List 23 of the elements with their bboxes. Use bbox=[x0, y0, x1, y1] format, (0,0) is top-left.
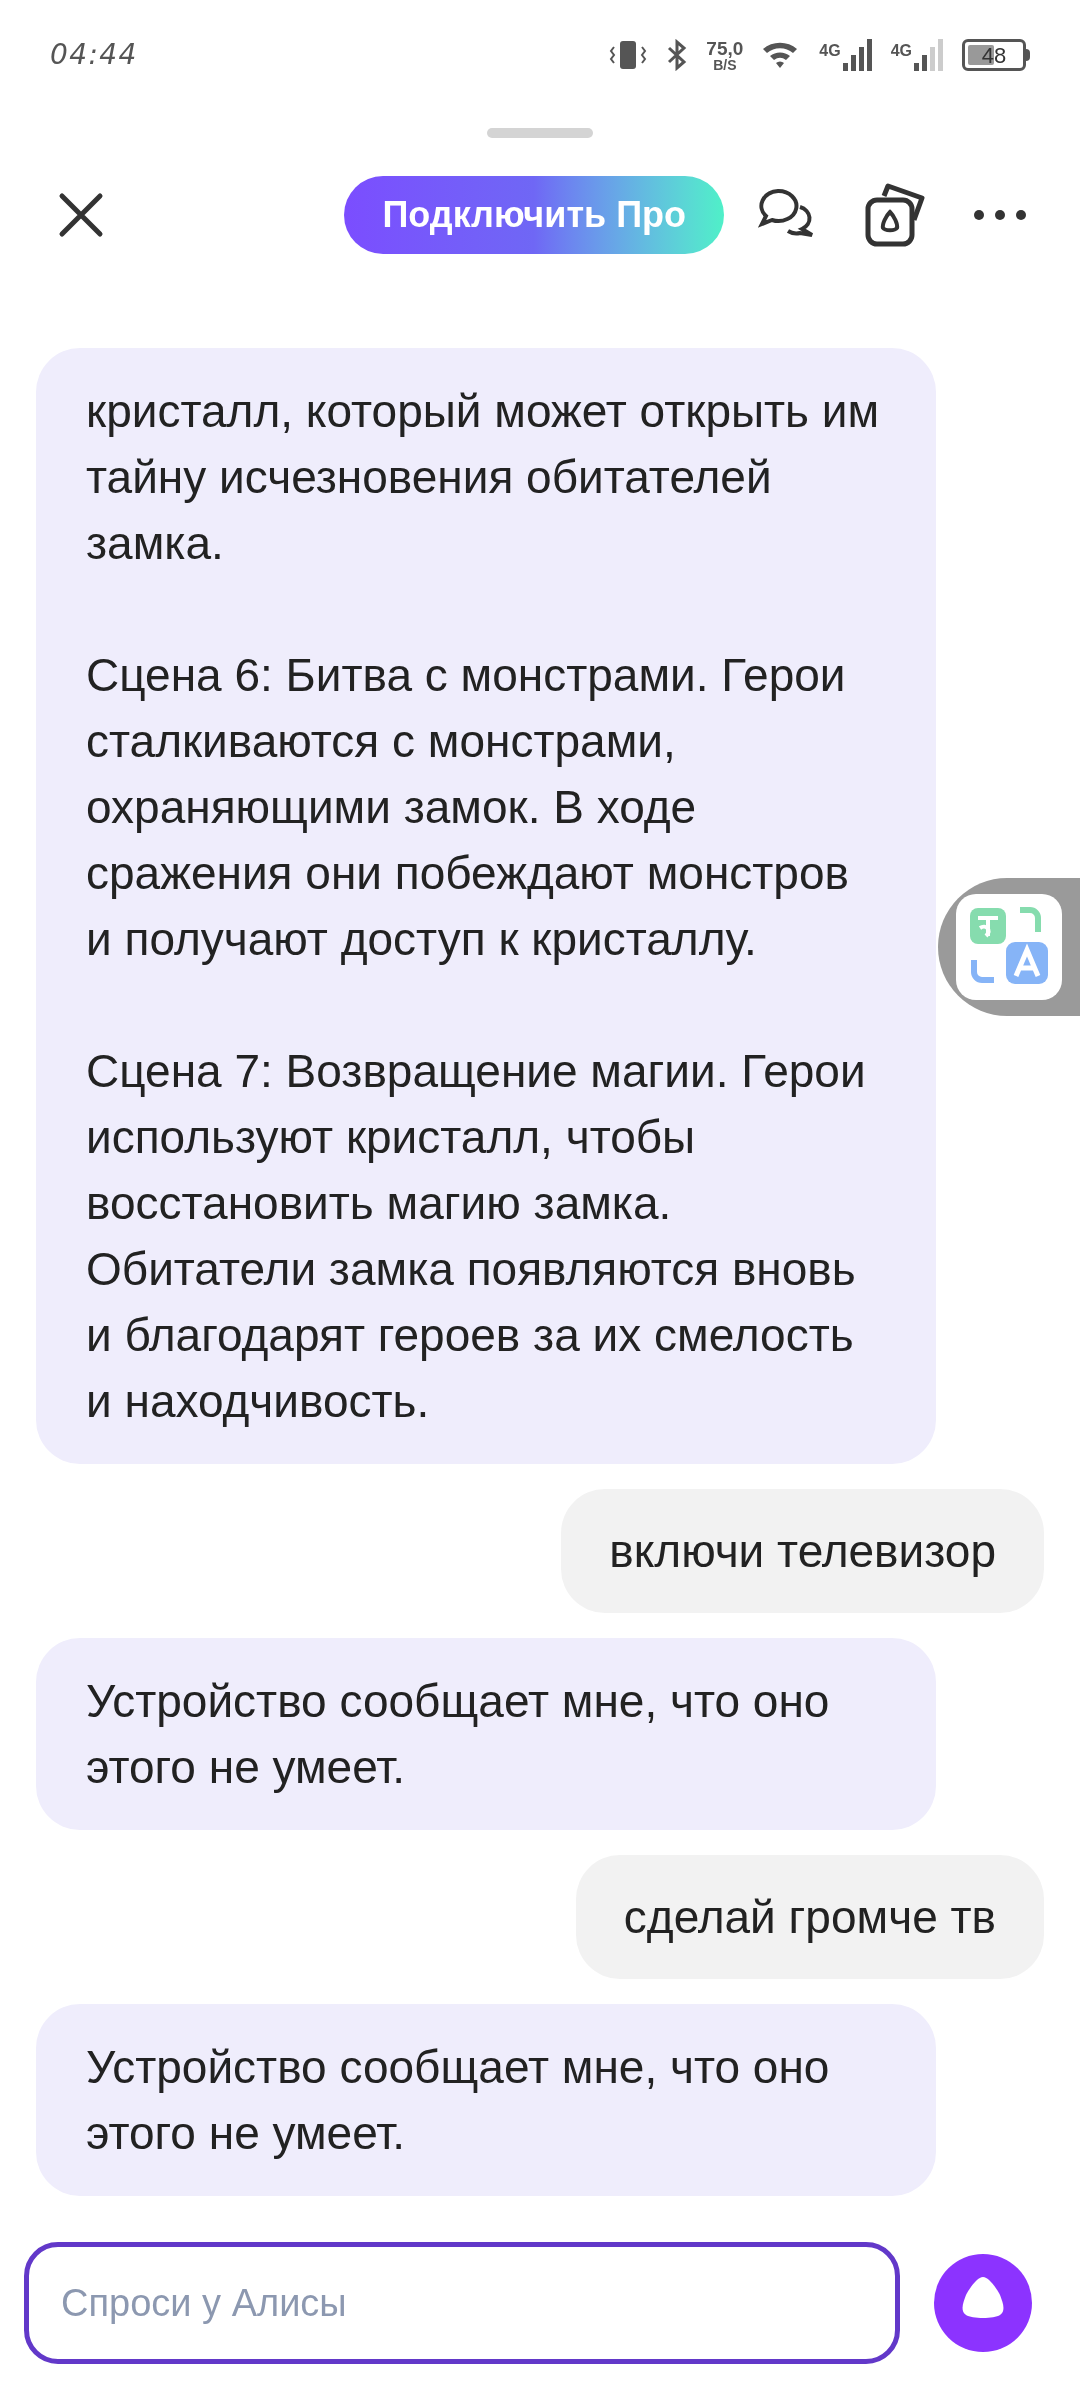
message-text: кристалл, который может открыть им тайну исчезновения обитателей замка. bbox=[86, 384, 881, 571]
drag-handle[interactable] bbox=[487, 128, 593, 138]
bluetooth-icon bbox=[666, 39, 689, 71]
network-label: 4G bbox=[890, 41, 912, 61]
more-icon bbox=[973, 209, 1027, 221]
message-text: Устройство сообщает мне, что оно этого не умеет. bbox=[86, 1674, 831, 1795]
speed-value: 75,0 bbox=[706, 38, 744, 58]
clock-time: 04:44 bbox=[50, 37, 138, 73]
translate-button[interactable] bbox=[938, 878, 1080, 1016]
signal-icon bbox=[842, 39, 873, 71]
signal-icon bbox=[914, 39, 944, 71]
message-text: Устройство сообщает мне, что оно этого не умеет. bbox=[86, 2040, 831, 2161]
network-label: 4G bbox=[819, 41, 841, 61]
message-text: Сцена 6: Битва с монстрами. Герои сталкиваются с монстрами, охраняющими замок. В ходе сражения они побеждают монстров и получают доступ к кристаллу. bbox=[86, 648, 850, 967]
speed-unit: B/S bbox=[713, 57, 737, 72]
subscribe-pro-button[interactable]: Подключить Про bbox=[344, 176, 724, 254]
message-text: Сцена 7: Возвращение магии. Герои используют кристалл, чтобы восстановить магию замка. Обитатели замка появляются вновь и благодарят героев за их смелость и находчивость. bbox=[86, 1044, 867, 1429]
message-text: сделай громче тв bbox=[623, 1890, 996, 1945]
vibrate-icon bbox=[608, 39, 649, 71]
translate-icon bbox=[956, 894, 1062, 1000]
close-icon bbox=[58, 192, 104, 238]
message-input[interactable]: Спроси у Алисы bbox=[24, 2242, 900, 2364]
message-text: включи телевизор bbox=[609, 1524, 996, 1579]
